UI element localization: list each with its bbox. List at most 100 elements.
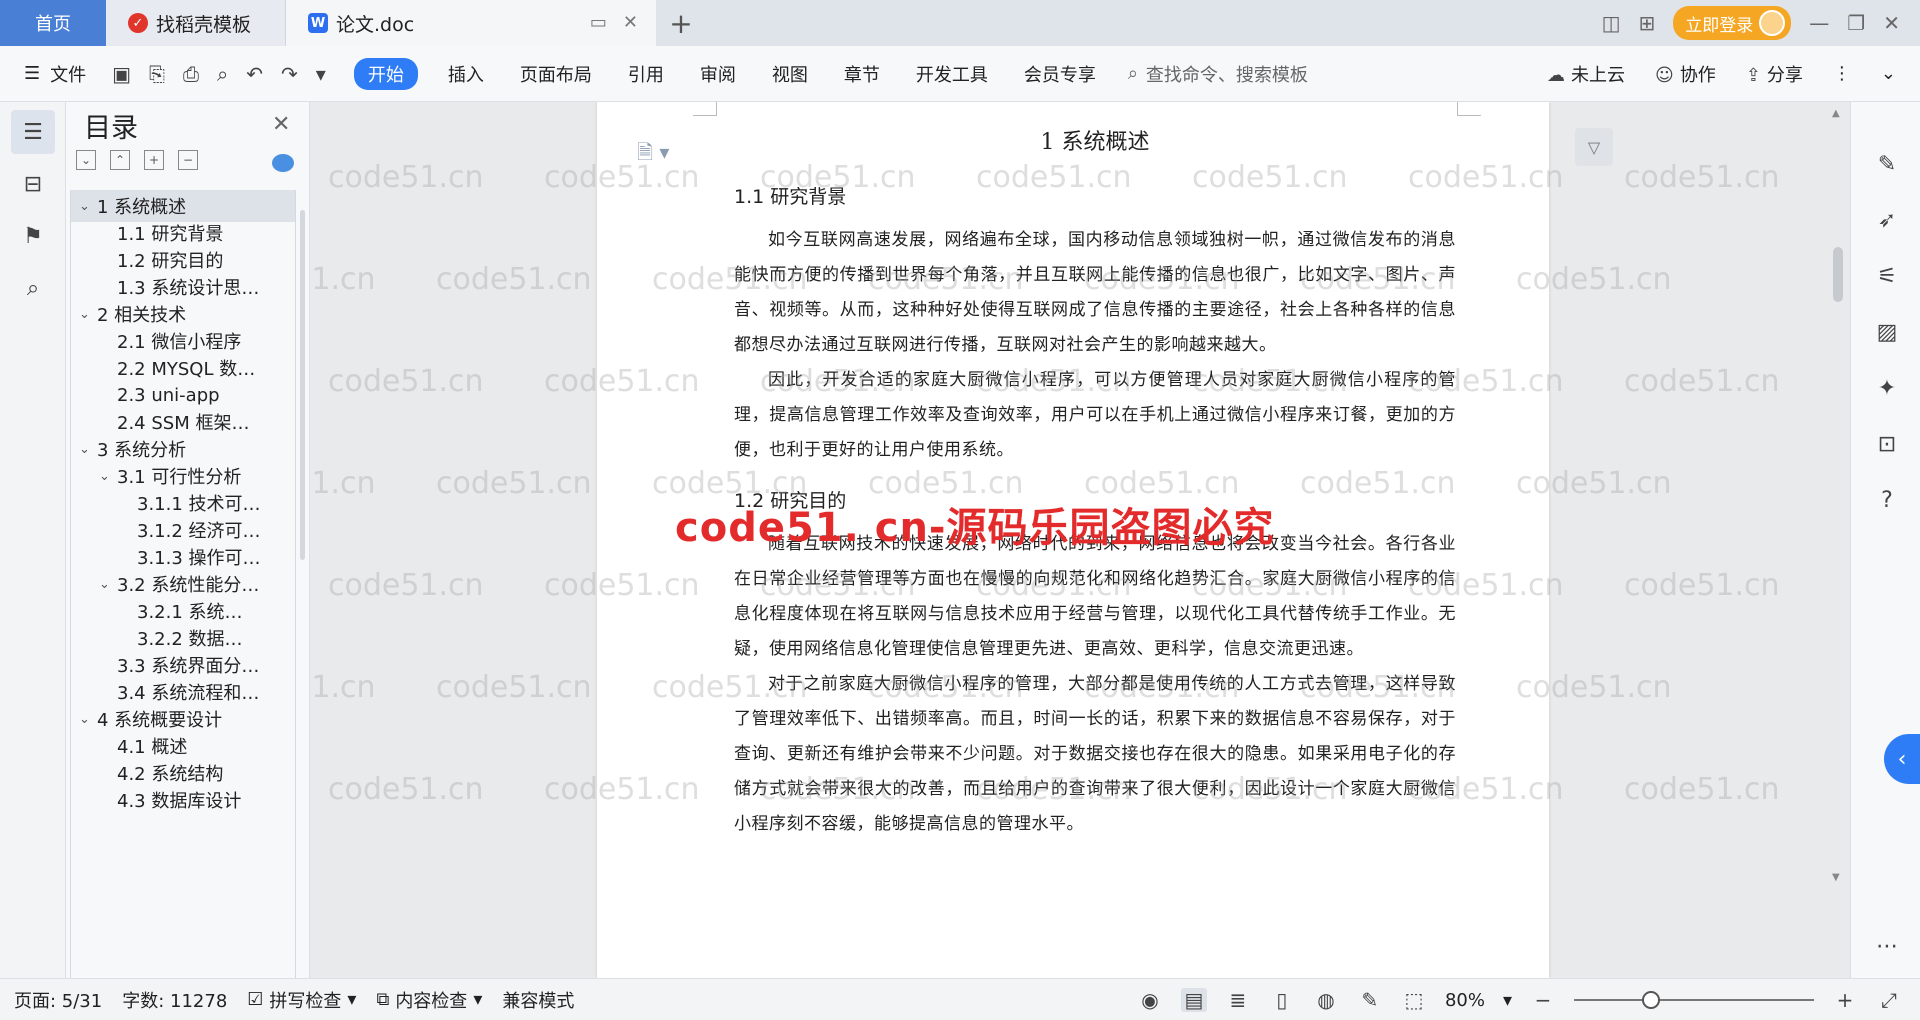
- spell-check-label: 拼写检查: [269, 990, 342, 1012]
- chevron-down-icon[interactable]: ⌄: [79, 442, 97, 457]
- login-button[interactable]: 立即登录: [1673, 6, 1792, 40]
- pen-icon[interactable]: ✎: [1873, 150, 1901, 178]
- zoom-slider-knob[interactable]: [1642, 991, 1660, 1009]
- find-icon[interactable]: ⌕: [11, 266, 55, 310]
- chevron-down-icon[interactable]: ⌄: [99, 577, 117, 592]
- content-check-label: 内容检查: [395, 990, 468, 1012]
- menu-references[interactable]: 引用: [610, 61, 682, 87]
- collab-button[interactable]: ☺ 协作: [1655, 61, 1716, 87]
- zoom-dropdown-icon[interactable]: ▾: [1503, 990, 1512, 1011]
- scroll-up-icon[interactable]: ▲: [1832, 108, 1840, 119]
- reading-icon[interactable]: ⊡: [1873, 430, 1901, 458]
- web-view-icon[interactable]: ◍: [1313, 988, 1339, 1012]
- toc-item-label: 3.1.2 经济可…: [137, 521, 261, 542]
- export-icon[interactable]: ⎘: [149, 62, 165, 86]
- menu-page-layout[interactable]: 页面布局: [502, 61, 610, 87]
- tab-document[interactable]: W 论文.doc ▭ ✕: [286, 0, 656, 46]
- more-icon[interactable]: ⋮: [1833, 63, 1851, 84]
- tab-template[interactable]: ✓ 找稻壳模板: [106, 0, 286, 46]
- tab-home[interactable]: 首页: [0, 0, 106, 46]
- cloud-button[interactable]: ☁ 未上云: [1547, 61, 1625, 87]
- ai-assistant-icon[interactable]: [272, 154, 294, 172]
- zoom-out-icon[interactable]: −: [1530, 988, 1556, 1012]
- toc-item[interactable]: 4.3 数据库设计: [71, 784, 295, 816]
- image-tool-icon[interactable]: ▨: [1873, 318, 1901, 346]
- more-dropdown-icon[interactable]: ▾: [316, 62, 326, 86]
- scroll-thumb[interactable]: [1833, 247, 1843, 302]
- menu-insert[interactable]: 插入: [430, 61, 502, 87]
- menu-bar: ☰ 文件 ▣ ⎘ ⎙ ⌕ ↶ ↷ ▾ 开始 插入 页面布局 引用 审阅 视图 章…: [0, 46, 1920, 102]
- new-tab-button[interactable]: +: [656, 0, 706, 46]
- grey-watermark: code51.cn: [1624, 364, 1780, 399]
- toc-item-label: 1.1 研究背景: [117, 224, 224, 245]
- undo-icon[interactable]: ↶: [246, 62, 263, 86]
- close-window-icon[interactable]: ✕: [1883, 11, 1900, 35]
- ai-icon[interactable]: ✦: [1873, 374, 1901, 402]
- zoom-in-icon[interactable]: +: [1832, 988, 1858, 1012]
- content-check[interactable]: ⧉ 内容检查 ▾: [366, 987, 492, 1013]
- menu-chapter[interactable]: 章节: [826, 61, 898, 87]
- filter-icon[interactable]: ▽: [1575, 128, 1613, 166]
- grid-apps-icon[interactable]: ⊞: [1639, 11, 1656, 35]
- chevron-down-icon[interactable]: ⌄: [99, 469, 117, 484]
- document-area: 🗎 ▾ 1 系统概述 1.1 研究背景 如今互联网高速发展，网络遍布全球，国内移…: [310, 102, 1850, 978]
- restore-icon[interactable]: ❐: [1847, 11, 1865, 35]
- content-check-icon: ⧉: [376, 989, 390, 1010]
- adjust-icon[interactable]: ⚟: [1873, 262, 1901, 290]
- menu-member[interactable]: 会员专享: [1006, 61, 1114, 87]
- menu-review[interactable]: 审阅: [682, 61, 754, 87]
- outline-icon[interactable]: ☰: [11, 110, 55, 154]
- layout-icon[interactable]: ◫: [1602, 11, 1621, 35]
- page-icon[interactable]: 🗎 ▾: [637, 138, 669, 172]
- page-view-icon[interactable]: ▤: [1180, 988, 1207, 1012]
- toc-panel: 目录 ✕ ⌄ ⌃ + − ⌄ 1 系统概述 1.1 研究背景 1.2 研究目的 1.3 …: [66, 102, 310, 978]
- redo-icon[interactable]: ↷: [281, 62, 298, 86]
- grey-watermark: code51.cn: [328, 160, 484, 195]
- word-count[interactable]: 字数: 11278: [112, 987, 237, 1013]
- help-icon[interactable]: ?: [1873, 486, 1901, 514]
- add-heading-icon[interactable]: +: [144, 150, 164, 170]
- read-view-icon[interactable]: ▯: [1269, 988, 1295, 1012]
- write-view-icon[interactable]: ✎: [1357, 988, 1383, 1012]
- collapse-ribbon-icon[interactable]: ⌄: [1881, 63, 1896, 84]
- collapse-all-icon[interactable]: ⌃: [110, 150, 130, 170]
- zoom-level[interactable]: 80%: [1445, 990, 1485, 1011]
- command-search[interactable]: ⌕ 查找命令、搜索模板: [1114, 61, 1308, 87]
- spell-check[interactable]: ☑ 拼写检查 ▾: [237, 987, 366, 1013]
- preview-icon[interactable]: ⌕: [217, 62, 228, 86]
- more-tools-icon[interactable]: ⋯: [1873, 932, 1901, 960]
- toc-item-label: 2.2 MYSQL 数…: [117, 359, 256, 380]
- toc-scrollbar[interactable]: [300, 210, 305, 560]
- chevron-down-icon[interactable]: ⌄: [79, 712, 97, 727]
- share-button[interactable]: ⇪ 分享: [1746, 61, 1803, 87]
- chevron-left-icon: ‹: [1897, 746, 1907, 772]
- toc-item-label: 3.3 系统界面分…: [117, 656, 260, 677]
- menu-developer[interactable]: 开发工具: [898, 61, 1006, 87]
- tab-bar: 首页 ✓ 找稻壳模板 W 论文.doc ▭ ✕ + ◫ ⊞ 立即登录 — ❐ ✕: [0, 0, 1920, 46]
- chevron-down-icon[interactable]: ⌄: [79, 307, 97, 322]
- remove-heading-icon[interactable]: −: [178, 150, 198, 170]
- close-tab-icon[interactable]: ✕: [623, 12, 638, 33]
- scroll-down-icon[interactable]: ▼: [1832, 872, 1840, 883]
- vertical-scrollbar[interactable]: ▲ ▼: [1826, 102, 1850, 978]
- close-icon[interactable]: ✕: [272, 112, 290, 137]
- monitor-icon[interactable]: ▭: [590, 12, 607, 33]
- page-indicator[interactable]: 页面: 5/31: [0, 987, 112, 1013]
- eye-protect-icon[interactable]: ◉: [1137, 988, 1163, 1012]
- menu-view[interactable]: 视图: [754, 61, 826, 87]
- zoom-slider[interactable]: [1574, 991, 1814, 1009]
- print-icon[interactable]: ⎙: [183, 62, 199, 86]
- chevron-down-icon[interactable]: ⌄: [79, 199, 97, 214]
- fit-page-icon[interactable]: ⬚: [1401, 988, 1427, 1012]
- pointer-icon[interactable]: ➶: [1873, 206, 1901, 234]
- outline-view-icon[interactable]: ≣: [1225, 988, 1251, 1012]
- writer-logo-icon: W: [308, 13, 328, 33]
- fullscreen-icon[interactable]: ⤢: [1876, 988, 1902, 1012]
- save-icon[interactable]: ▣: [112, 62, 131, 86]
- file-menu[interactable]: ☰ 文件: [0, 61, 102, 87]
- bookmark-icon[interactable]: ⚑: [11, 214, 55, 258]
- minimize-icon[interactable]: —: [1809, 11, 1829, 35]
- menu-home[interactable]: 开始: [353, 57, 418, 90]
- chapter-nav-icon[interactable]: ⊟: [11, 162, 55, 206]
- expand-all-icon[interactable]: ⌄: [76, 150, 96, 170]
